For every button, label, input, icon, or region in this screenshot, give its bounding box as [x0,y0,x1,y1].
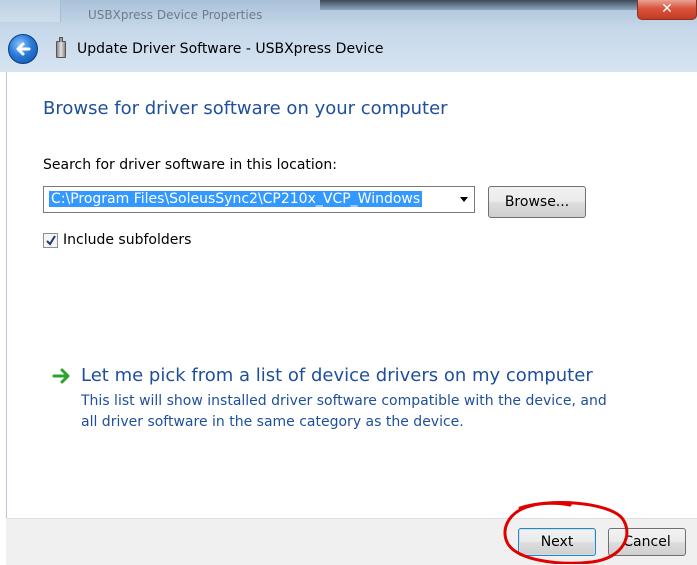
pick-from-list-description: This list will show installed driver sof… [81,393,607,430]
dialog-content [6,72,697,518]
background-window-tab [0,0,61,22]
background-window-title: USBXpress Device Properties [88,8,263,22]
pick-from-list-link[interactable]: Let me pick from a list of device driver… [81,365,593,386]
usb-device-icon [56,37,66,58]
back-arrow-icon [16,42,31,56]
include-subfolders-label[interactable]: Include subfolders [63,232,191,248]
search-location-combobox[interactable]: C:\Program Files\SoleusSync2\CP210x_VCP_… [43,186,475,213]
close-icon: ✕ [661,1,673,17]
checkmark-icon [46,235,56,246]
search-location-value[interactable]: C:\Program Files\SoleusSync2\CP210x_VCP_… [49,191,423,207]
window-title: Update Driver Software - USBXpress Devic… [77,41,384,57]
background-window-edge [320,0,640,10]
search-location-label: Search for driver software in this locat… [43,157,337,173]
green-arrow-icon[interactable] [52,367,72,385]
back-button[interactable] [8,34,38,64]
next-button[interactable]: Next [518,528,596,556]
cancel-button[interactable]: Cancel [608,528,686,556]
close-button[interactable]: ✕ [637,0,697,20]
browse-button[interactable]: Browse... [488,186,586,218]
include-subfolders-checkbox[interactable] [43,233,58,248]
page-heading: Browse for driver software on your compu… [43,98,448,119]
chevron-down-icon[interactable] [460,197,468,202]
